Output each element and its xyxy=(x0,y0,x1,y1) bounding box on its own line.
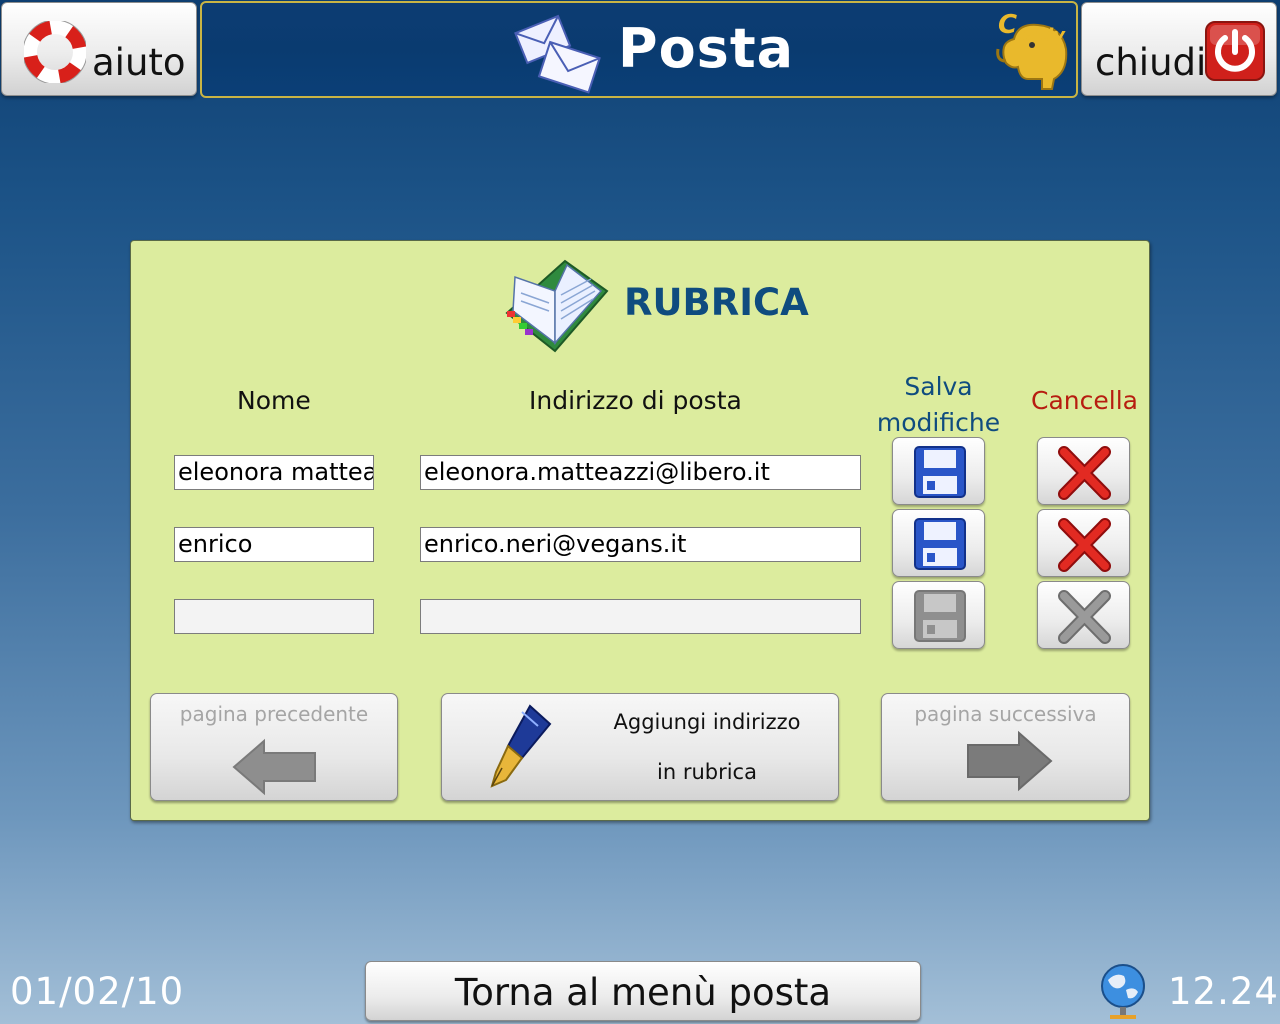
delete-x-icon xyxy=(1058,446,1111,500)
page-title: Posta xyxy=(618,17,795,80)
previous-page-button[interactable]: pagina precedente xyxy=(150,693,398,801)
floppy-disk-icon xyxy=(914,518,966,570)
rubrica-title: RUBRICA xyxy=(624,281,809,324)
next-page-label: pagina successiva xyxy=(914,702,1097,726)
address-book-panel: RUBRICA Nome Indirizzo di posta Salva mo… xyxy=(130,240,1150,821)
add-address-label-line2: in rubrica xyxy=(657,760,757,784)
save-contact-button-1[interactable] xyxy=(892,437,985,505)
column-header-delete: Cancella xyxy=(1031,386,1138,415)
logo-text: eldy xyxy=(1022,25,1066,46)
delete-contact-button-1[interactable] xyxy=(1037,437,1130,505)
help-button[interactable]: aiuto xyxy=(1,2,197,96)
contact-email-field-3[interactable] xyxy=(420,599,861,634)
save-contact-button-3[interactable] xyxy=(892,581,985,649)
column-header-save: Salva modifiche xyxy=(866,369,1011,441)
eldy-elephant-logo: C eldy xyxy=(996,10,1068,90)
lifebuoy-icon xyxy=(24,21,86,83)
contact-email-field-2[interactable]: enrico.neri@vegans.it xyxy=(420,527,861,562)
fountain-pen-icon xyxy=(490,704,552,788)
previous-page-label: pagina precedente xyxy=(179,702,369,726)
address-book-icon xyxy=(505,259,609,353)
floppy-disk-icon xyxy=(914,590,966,642)
next-page-button[interactable]: pagina successiva xyxy=(881,693,1130,801)
time-display: 12.24 xyxy=(1168,970,1279,1013)
help-label: aiuto xyxy=(92,41,186,84)
add-address-button[interactable]: Aggiungi indirizzo in rubrica xyxy=(441,693,839,801)
column-header-name: Nome xyxy=(237,386,311,415)
date-display: 01/02/10 xyxy=(10,970,185,1013)
delete-contact-button-2[interactable] xyxy=(1037,509,1130,577)
column-header-save-line2: modifiche xyxy=(876,408,1001,437)
add-address-label-line1: Aggiungi indirizzo xyxy=(613,710,801,734)
delete-x-icon xyxy=(1058,518,1111,572)
network-globe-icon xyxy=(1101,964,1145,1019)
column-header-email: Indirizzo di posta xyxy=(529,386,742,415)
svg-text:C: C xyxy=(998,10,1017,40)
contact-name-field-3[interactable] xyxy=(174,599,374,634)
arrow-left-icon xyxy=(232,738,316,796)
close-label: chiudi xyxy=(1095,41,1207,84)
delete-contact-button-3[interactable] xyxy=(1037,581,1130,649)
contact-name-field-1[interactable]: eleonora matteazzi xyxy=(174,455,374,490)
floppy-disk-icon xyxy=(914,446,966,498)
envelopes-icon xyxy=(514,14,601,94)
arrow-right-icon xyxy=(967,730,1053,792)
close-button[interactable]: chiudi xyxy=(1081,2,1277,96)
save-contact-button-2[interactable] xyxy=(892,509,985,577)
back-to-mail-menu-label: Torna al menù posta xyxy=(454,971,832,1014)
back-to-mail-menu-button[interactable]: Torna al menù posta xyxy=(365,961,921,1021)
contact-email-field-1[interactable]: eleonora.matteazzi@libero.it xyxy=(420,455,861,490)
contact-name-field-2[interactable]: enrico xyxy=(174,527,374,562)
column-header-save-line1: Salva xyxy=(904,372,973,401)
title-bar: Posta C eldy xyxy=(200,1,1078,98)
delete-x-icon xyxy=(1058,590,1111,644)
power-icon xyxy=(1205,21,1265,81)
